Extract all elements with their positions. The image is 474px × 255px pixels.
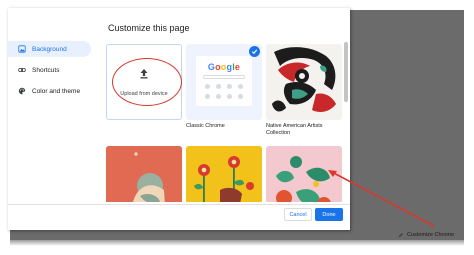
shortcut-dots — [205, 84, 245, 99]
native-artists-tile[interactable]: Native American Artists Collection — [266, 44, 342, 137]
link-icon — [18, 66, 26, 74]
google-logo: Google — [207, 62, 241, 72]
palette-icon — [18, 87, 26, 95]
grid-scrollbar[interactable] — [344, 42, 348, 102]
selected-check-icon — [249, 46, 260, 57]
image-icon — [18, 45, 26, 53]
art-thumbnail-1[interactable] — [106, 146, 182, 202]
customize-chrome-label: Customize Chrome — [407, 232, 455, 238]
footer-divider — [8, 204, 350, 205]
upload-tile[interactable]: Upload from device — [106, 44, 182, 120]
art-image-1 — [106, 146, 182, 202]
sidebar-item-label: Color and theme — [32, 87, 81, 95]
native-artists-thumbnail[interactable] — [266, 44, 342, 120]
tile-caption: Native American Artists Collection — [266, 123, 323, 136]
sidebar-item-label: Shortcuts — [32, 66, 60, 74]
art-thumbnail-2[interactable] — [186, 146, 262, 202]
sidebar-nav: Background Shortcuts Color and theme — [8, 41, 98, 104]
background-grid: Upload from device Google Classic Chrome… — [104, 42, 344, 202]
sidebar-item-background[interactable]: Background — [8, 41, 91, 57]
classic-chrome-thumbnail[interactable]: Google — [186, 44, 262, 120]
art-tile-2[interactable] — [186, 146, 262, 202]
search-bar-preview — [203, 75, 245, 79]
sidebar-item-label: Background — [32, 45, 67, 53]
customize-chrome-link[interactable]: Customize Chrome — [398, 232, 454, 238]
art-image-2 — [186, 146, 262, 202]
art-image-3 — [266, 146, 342, 202]
tile-caption: Classic Chrome — [186, 123, 225, 129]
cancel-button[interactable]: Cancel — [284, 208, 312, 221]
sidebar-item-shortcuts[interactable]: Shortcuts — [8, 62, 98, 78]
art-tile-1[interactable] — [106, 146, 182, 202]
art-tile-3[interactable] — [266, 146, 342, 202]
done-button[interactable]: Done — [315, 208, 343, 221]
pencil-icon — [398, 232, 404, 238]
dialog-title: Customize this page — [108, 23, 190, 33]
sidebar-item-color-theme[interactable]: Color and theme — [8, 83, 98, 99]
chrome-ntp-preview: Google — [196, 56, 252, 106]
customize-dialog: Customize this page Background Shortcuts… — [8, 8, 350, 230]
backdrop-shadow — [10, 240, 464, 246]
art-thumbnail-3[interactable] — [266, 146, 342, 202]
annotation-circle — [112, 58, 182, 106]
formline-art-image — [266, 44, 342, 120]
classic-chrome-tile[interactable]: Google Classic Chrome — [186, 44, 262, 130]
